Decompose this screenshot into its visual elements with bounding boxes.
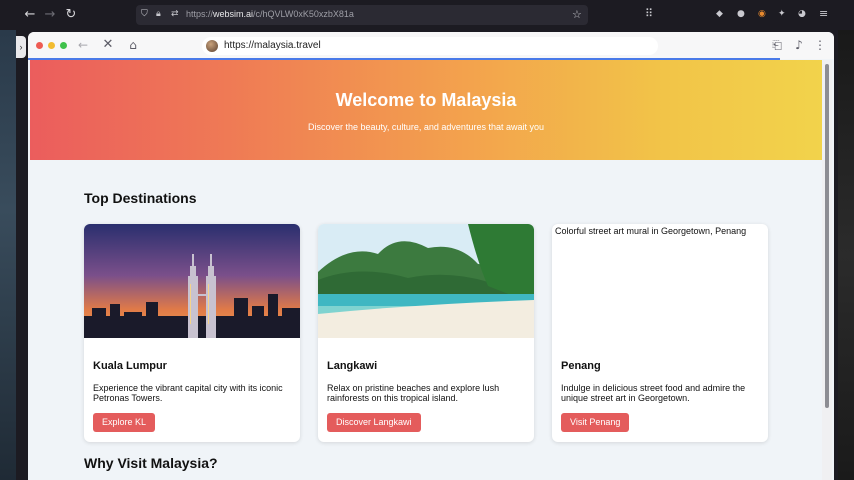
hero-subtitle: Discover the beauty, culture, and advent… (308, 122, 544, 132)
extension-icon[interactable]: ◆ (716, 9, 723, 19)
account-avatar-icon[interactable]: ◕ (798, 9, 806, 19)
profile-extension-icon[interactable]: ● (737, 9, 745, 19)
page-scrollbar[interactable] (822, 60, 832, 480)
host-url: https://websim.ai/c/hQVLW0xK50xzbX81a (186, 9, 354, 19)
explore-kl-button[interactable]: Explore KL (93, 413, 156, 432)
shield-icon[interactable]: ⛉ (141, 9, 148, 19)
destination-card-kuala-lumpur: Kuala Lumpur Experience the vibrant capi… (84, 224, 300, 442)
host-browser-toolbar: ← → ↻ ⛉ 🔒︎ ⇄ https://websim.ai/c/hQVLW0x… (0, 0, 854, 30)
destination-card-langkawi: Langkawi Relax on pristine beaches and e… (318, 224, 534, 442)
reload-icon[interactable]: ↻ (63, 7, 79, 23)
top-destinations-heading: Top Destinations (84, 190, 197, 206)
destination-description: Relax on pristine beaches and explore lu… (327, 383, 500, 403)
close-window-dot[interactable] (36, 42, 43, 49)
minimize-window-dot[interactable] (48, 42, 55, 49)
page-content: Welcome to Malaysia Discover the beauty,… (30, 60, 822, 480)
scrollbar-thumb[interactable] (825, 64, 829, 408)
bookmark-icon[interactable]: ⎗ (769, 37, 785, 53)
penang-image-alt-text: Colorful street art mural in Georgetown,… (555, 226, 747, 236)
visit-penang-button[interactable]: Visit Penang (561, 413, 630, 432)
discover-langkawi-button[interactable]: Discover Langkawi (327, 413, 421, 432)
permissions-icon[interactable]: ⇄ (171, 9, 179, 19)
host-address-bar[interactable]: ⛉ 🔒︎ ⇄ https://websim.ai/c/hQVLW0xK50xzb… (136, 5, 588, 25)
maximize-window-dot[interactable] (60, 42, 67, 49)
lock-icon[interactable]: 🔒︎ (156, 9, 161, 19)
kuala-lumpur-image (84, 224, 300, 338)
notification-bell-icon[interactable]: ♪ (791, 37, 807, 53)
destination-description: Experience the vibrant capital city with… (93, 383, 283, 403)
puzzle-icon[interactable]: ✦ (778, 9, 786, 19)
back-arrow-icon[interactable]: ← (75, 37, 91, 53)
stop-loading-icon[interactable]: ✕ (100, 37, 116, 53)
site-avatar-icon (206, 40, 218, 52)
inner-browser-toolbar: ← ✕ ⌂ https://malaysia.travel ⎗ ♪ ⋮ (28, 32, 834, 59)
hero-banner: Welcome to Malaysia Discover the beauty,… (30, 60, 822, 160)
inner-address-bar[interactable]: https://malaysia.travel (202, 37, 658, 55)
penang-image-placeholder: Colorful street art mural in Georgetown,… (552, 224, 768, 338)
why-visit-heading: Why Visit Malaysia? (84, 455, 218, 471)
destination-title: Kuala Lumpur (93, 360, 167, 372)
rss-icon[interactable]: ◉ (758, 9, 766, 19)
inner-url: https://malaysia.travel (224, 40, 321, 51)
sidebar-toggle-icon[interactable]: › (16, 36, 26, 58)
destination-description: Indulge in delicious street food and adm… (561, 383, 746, 403)
right-backdrop (838, 30, 854, 480)
hero-title: Welcome to Malaysia (335, 90, 517, 110)
destination-title: Langkawi (327, 360, 378, 372)
destination-card-penang: Colorful street art mural in Georgetown,… (552, 224, 768, 442)
langkawi-image (318, 224, 534, 338)
more-options-icon[interactable]: ⋮ (812, 37, 828, 53)
forward-arrow-icon[interactable]: → (42, 7, 58, 23)
bookmark-star-icon[interactable]: ☆ (572, 8, 582, 21)
left-backdrop (0, 30, 16, 480)
menu-icon[interactable]: ≡ (819, 7, 828, 20)
destination-title: Penang (561, 360, 601, 372)
home-icon[interactable]: ⌂ (125, 37, 141, 53)
inner-browser-window: ← ✕ ⌂ https://malaysia.travel ⎗ ♪ ⋮ Welc… (28, 32, 834, 480)
back-arrow-icon[interactable]: ← (22, 7, 38, 23)
grid-icon[interactable]: ⠿ (645, 7, 653, 20)
